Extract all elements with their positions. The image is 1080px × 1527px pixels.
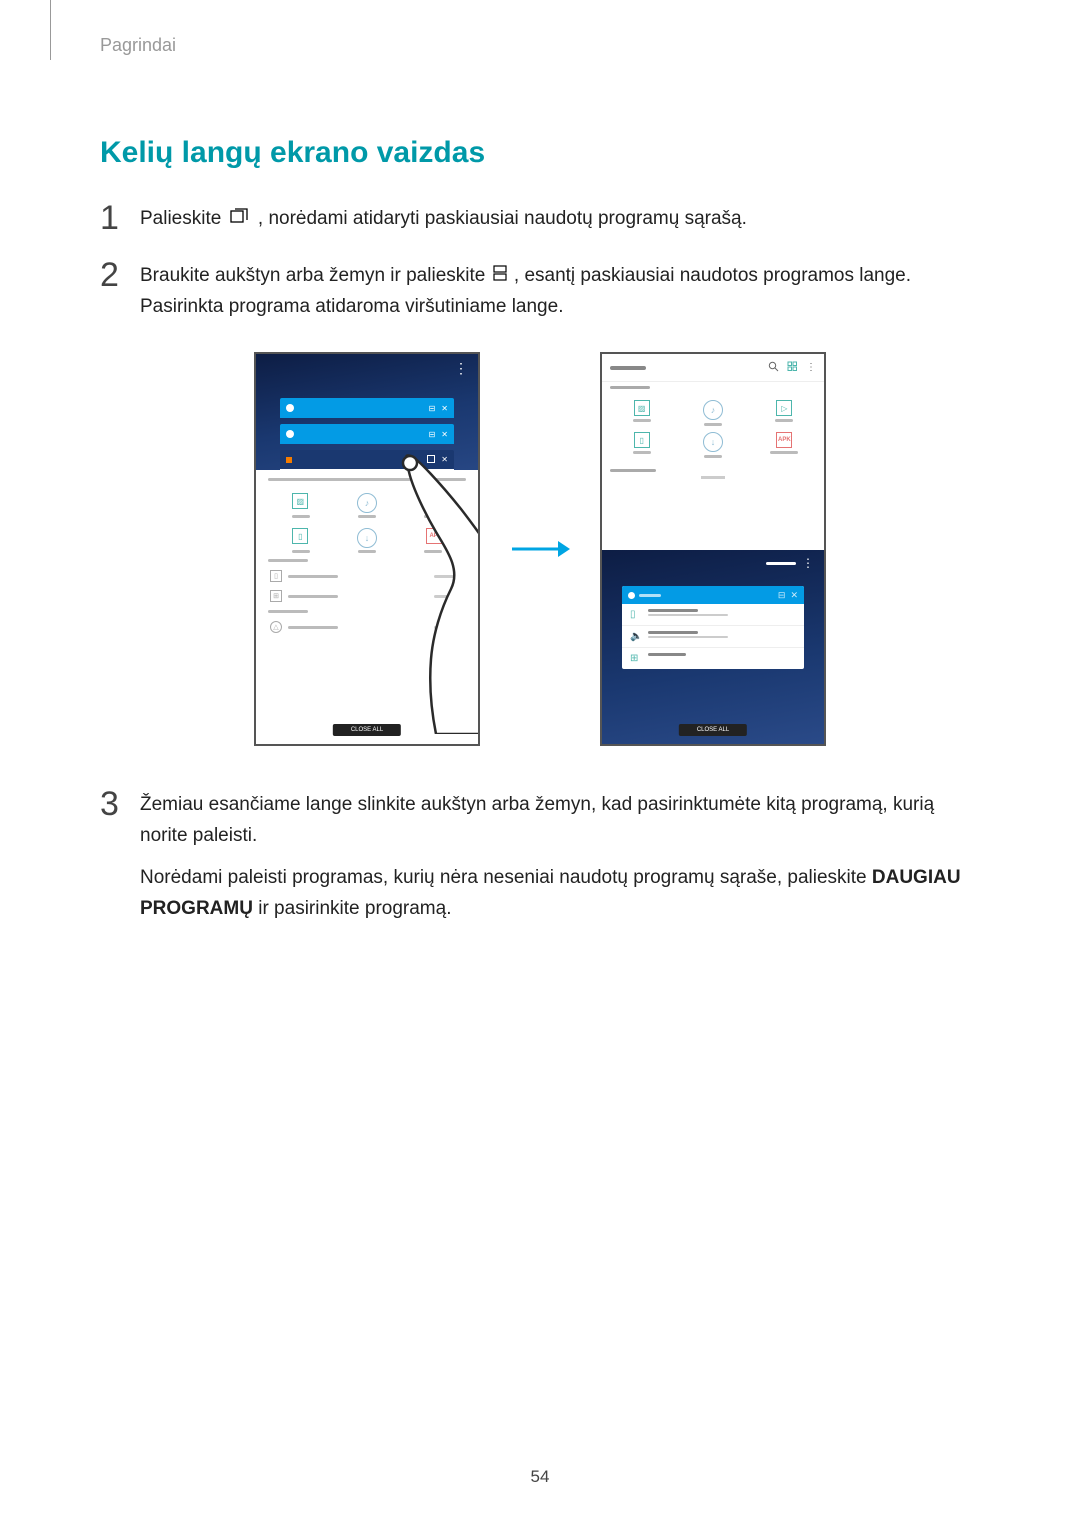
- close-all-button: CLOSE ALL: [333, 724, 401, 736]
- step3-para2-after: ir pasirinkite programą.: [253, 898, 452, 919]
- split-view-icon: [493, 261, 507, 291]
- step-3-text: Žemiau esančiame lange slinkite aukštyn …: [140, 786, 980, 924]
- page-number: 54: [531, 1467, 550, 1487]
- step2-before: Braukite aukštyn arba žemyn ir palieskit…: [140, 266, 491, 287]
- kebab-icon: ⋮: [806, 362, 816, 373]
- transition-arrow-icon: [510, 528, 570, 571]
- apk-icon: AP: [426, 528, 442, 544]
- search-icon: [768, 361, 779, 375]
- page-header: Pagrindai: [0, 0, 1080, 56]
- illustration-row: ⋮ ⊟✕ ⊟✕ ✕ ▨ ♪ ▷: [100, 352, 980, 746]
- kebab-icon-bottom: ⋮: [802, 556, 814, 570]
- settings-card: ⊟✕ ▯ 🔈 ⊞: [622, 586, 804, 669]
- toolbar-icons: ⋮: [768, 361, 816, 375]
- margin-line: [50, 0, 51, 60]
- step-number-2: 2: [100, 257, 140, 294]
- recent-app-card-2: ⊟✕: [280, 424, 454, 444]
- close-all-button-2: CLOSE ALL: [679, 724, 747, 736]
- step1-after: , norėdami atidaryti paskiausiai naudotų…: [258, 208, 747, 229]
- step-1: 1 Palieskite , norėdami atidaryti paskia…: [100, 200, 980, 237]
- phone-before-screenshot: ⋮ ⊟✕ ⊟✕ ✕ ▨ ♪ ▷: [254, 352, 480, 746]
- apk-icon-2: APK: [776, 432, 792, 448]
- step3-para2-before: Norėdami paleisti programas, kurių nėra …: [140, 867, 872, 888]
- step-number-1: 1: [100, 200, 140, 237]
- grid-icon: [787, 361, 798, 375]
- step1-before: Palieskite: [140, 208, 227, 229]
- step-2-text: Braukite aukštyn arba žemyn ir palieskit…: [140, 257, 980, 322]
- step-number-3: 3: [100, 786, 140, 823]
- step-3: 3 Žemiau esančiame lange slinkite aukšty…: [100, 786, 980, 924]
- step3-para1: Žemiau esančiame lange slinkite aukštyn …: [140, 790, 980, 851]
- step-1-text: Palieskite , norėdami atidaryti paskiaus…: [140, 200, 747, 235]
- recent-app-card-3-tapped: ✕: [280, 450, 454, 470]
- kebab-menu-icon: ⋮: [454, 360, 468, 377]
- section-title: Kelių langų ekrano vaizdas: [100, 136, 980, 170]
- phone-after-screenshot: ⋮ ▨ ♪ ▷ ▯ ↓ APK ⋮ ⊟✕: [600, 352, 826, 746]
- step-2: 2 Braukite aukštyn arba žemyn ir paliesk…: [100, 257, 980, 322]
- recent-apps-icon: [229, 204, 251, 234]
- recent-app-card-1: ⊟✕: [280, 398, 454, 418]
- page-content: Kelių langų ekrano vaizdas 1 Palieskite …: [0, 56, 1080, 924]
